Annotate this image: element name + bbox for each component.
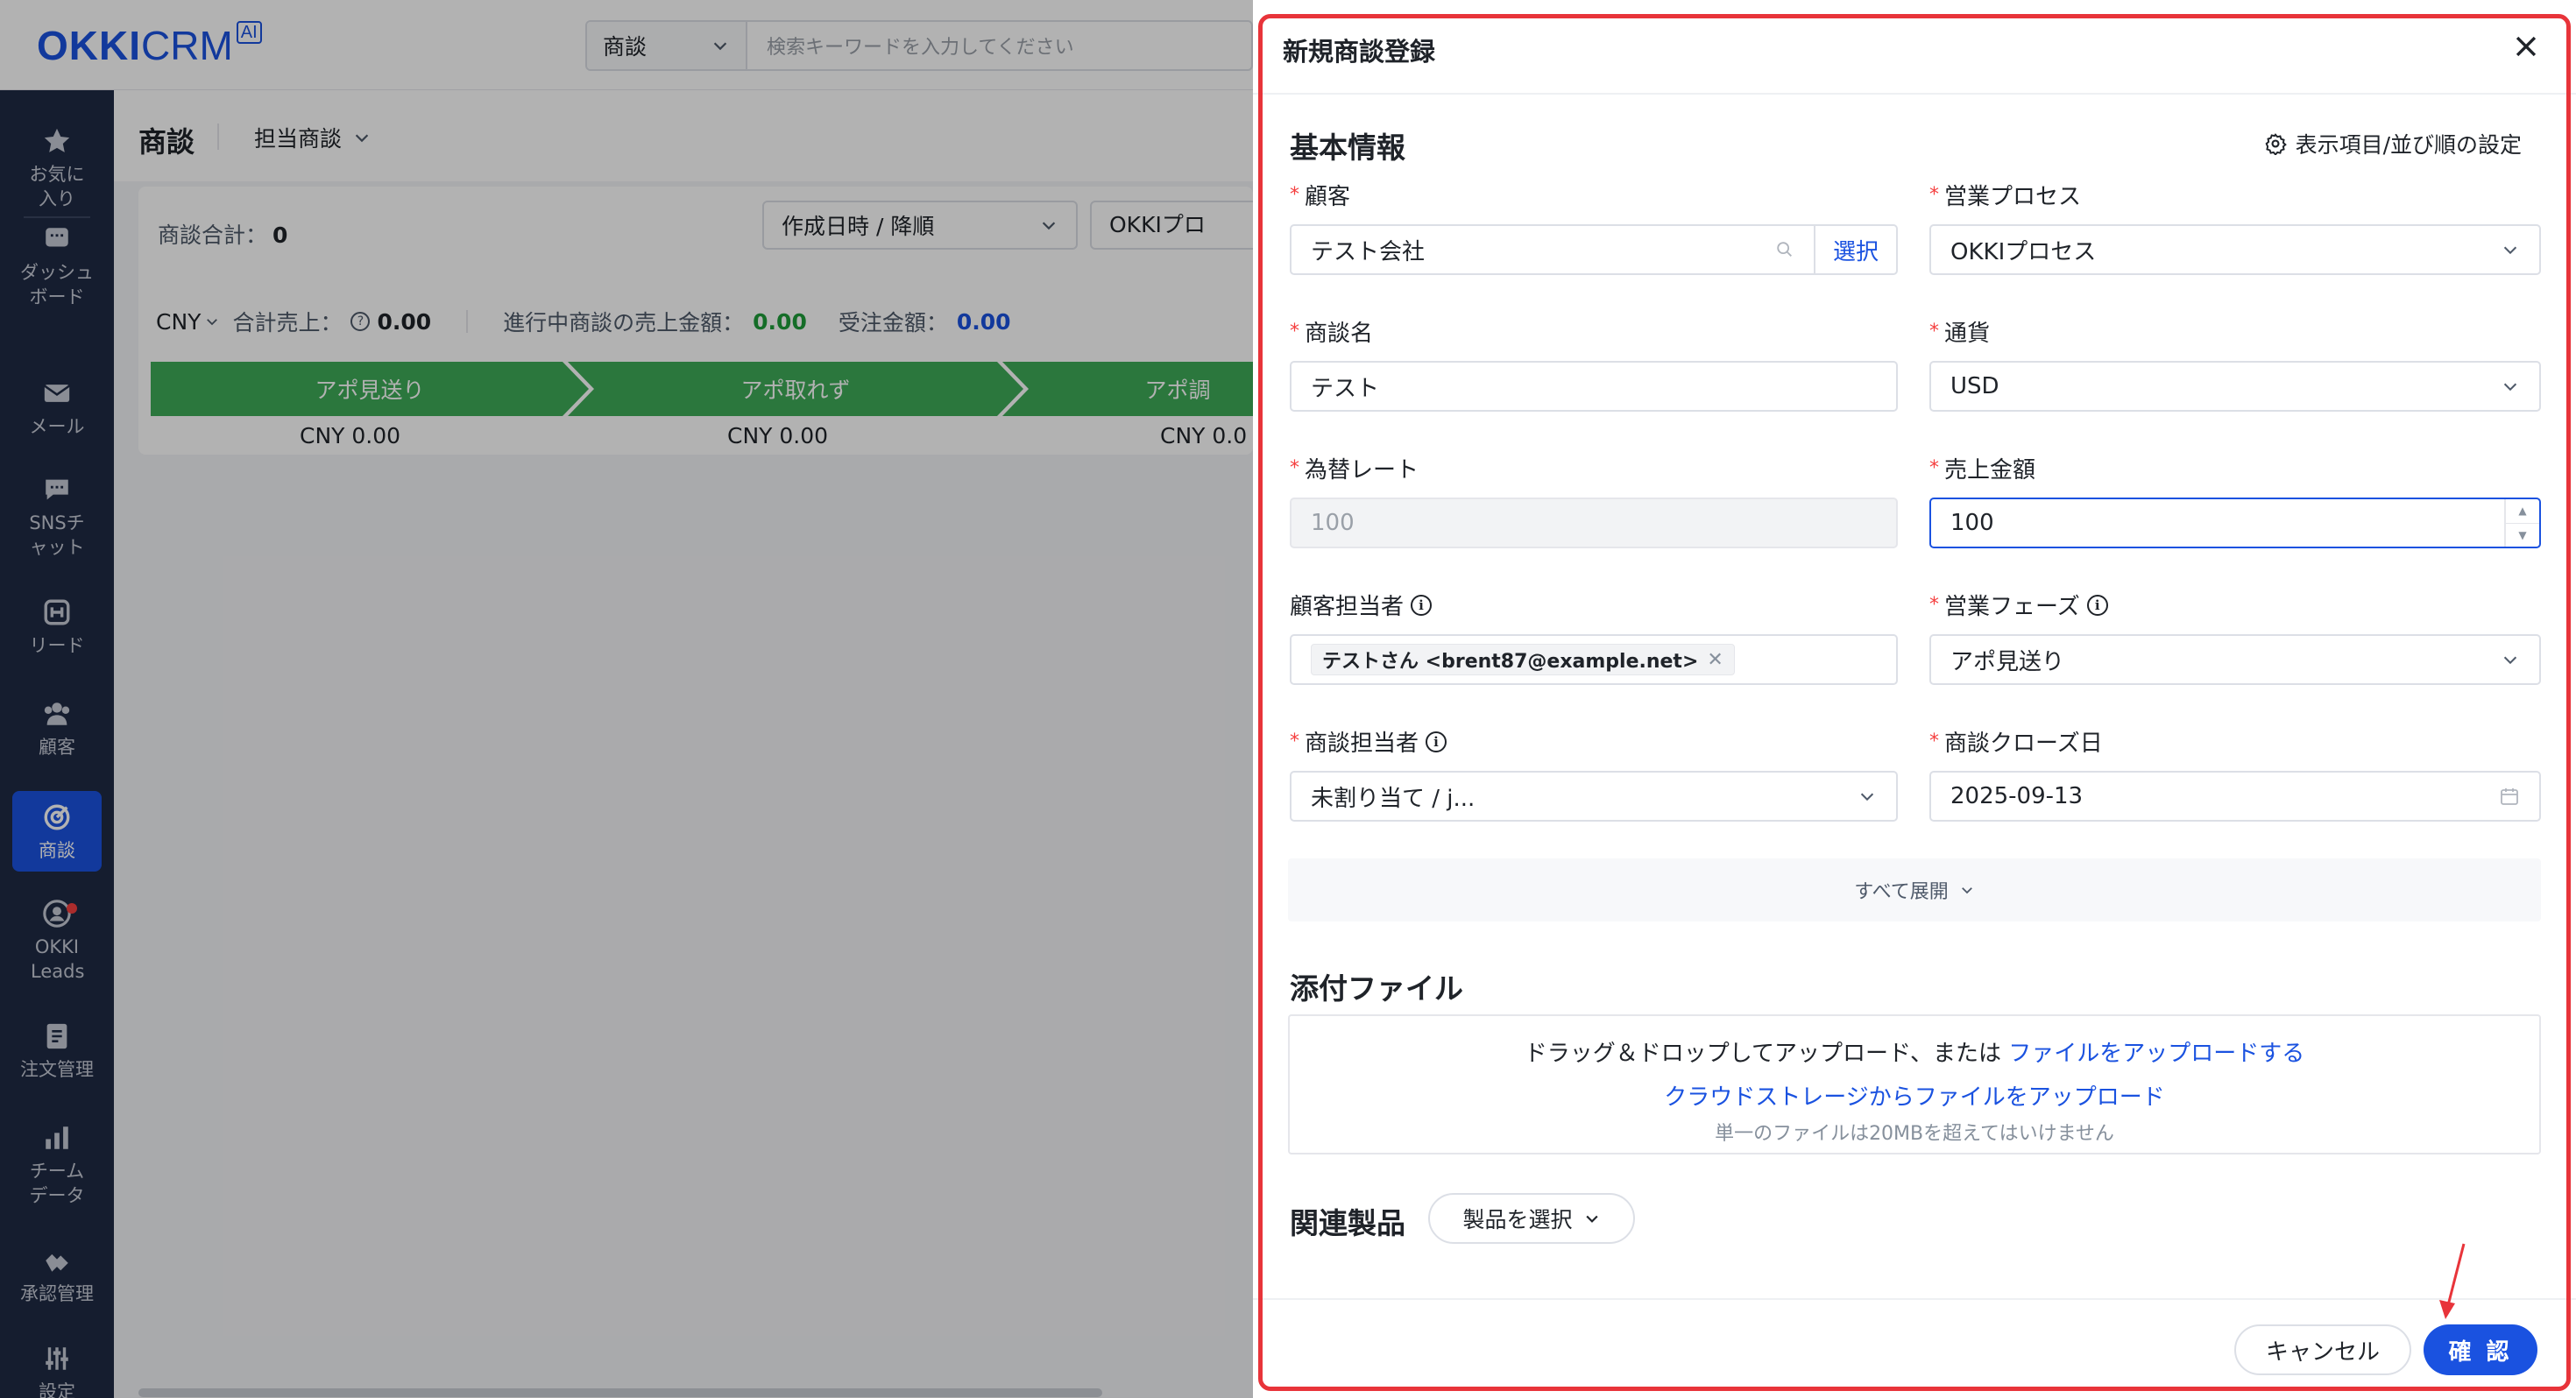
contact-label-text: 顧客担当者 — [1290, 594, 1405, 620]
process-value: OKKIプロセス — [1950, 238, 2097, 265]
close-date-label-text: 商談クローズ日 — [1944, 731, 2103, 757]
phase-value: アポ見送り — [1950, 648, 2065, 675]
search-icon — [1777, 242, 1792, 257]
process-label-text: 営業プロセス — [1944, 184, 2082, 210]
deal-name-input[interactable]: テスト — [1290, 361, 1898, 412]
drawer-header: 新規商談登録 — [1253, 0, 2576, 95]
info-icon[interactable]: i — [1411, 594, 1433, 616]
sales-amount-input[interactable]: 100 ▲ ▼ — [1929, 498, 2541, 548]
required-mark: * — [1929, 184, 1939, 206]
owner-select[interactable]: 未割り当て / j... — [1290, 771, 1898, 822]
expand-all-label: すべて展開 — [1854, 881, 1949, 903]
chevron-down-icon — [2503, 383, 2517, 392]
process-select[interactable]: OKKIプロセス — [1929, 224, 2541, 275]
chevron-down-icon — [1860, 793, 1874, 801]
upload-instruction: ドラッグ＆ドロップしてアップロード、または ファイルをアップロードする — [1290, 1035, 2539, 1068]
select-product-label: 製品を選択 — [1462, 1207, 1573, 1232]
cloud-upload-link[interactable]: クラウドストレージからファイルをアップロード — [1290, 1079, 2539, 1112]
stepper-down-button[interactable]: ▼ — [2506, 524, 2539, 547]
basic-info-title: 基本情報 — [1290, 131, 1405, 165]
currency-label: * 通貨 — [1929, 315, 1990, 348]
number-stepper: ▲ ▼ — [2504, 499, 2539, 547]
owner-label-text: 商談担当者 — [1305, 731, 1419, 757]
currency-label-text: 通貨 — [1944, 321, 1991, 347]
exchange-rate-label: * 為替レート — [1290, 452, 1419, 484]
customer-select-button[interactable]: 選択 — [1814, 226, 1896, 273]
close-date-label: * 商談クローズ日 — [1929, 725, 2103, 758]
sales-amount-label: * 売上金額 — [1929, 452, 2035, 484]
chevron-down-icon — [2503, 656, 2517, 665]
file-upload-area[interactable]: ドラッグ＆ドロップしてアップロード、または ファイルをアップロードする クラウド… — [1288, 1014, 2541, 1154]
field-settings-link[interactable]: 表示項目/並び順の設定 — [2264, 128, 2522, 159]
cancel-button[interactable]: キャンセル — [2234, 1324, 2411, 1375]
modal-overlay[interactable] — [0, 0, 1253, 1398]
owner-value: 未割り当て / j... — [1311, 785, 1476, 812]
deal-name-value: テスト — [1311, 375, 1380, 402]
related-products-title: 関連製品 — [1290, 1206, 1405, 1240]
expand-all-button[interactable]: すべて展開 — [1288, 858, 2541, 921]
deal-name-label: * 商談名 — [1290, 315, 1373, 348]
drawer-footer-divider — [1253, 1298, 2576, 1300]
info-icon[interactable]: i — [1426, 731, 1447, 752]
confirm-button[interactable]: 確 認 — [2424, 1324, 2537, 1375]
phase-label: * 営業フェーズ i — [1929, 589, 2108, 621]
sales-amount-label-text: 売上金額 — [1944, 457, 2036, 484]
process-label: * 営業プロセス — [1929, 179, 2081, 211]
required-mark: * — [1290, 731, 1299, 752]
info-icon[interactable]: i — [2086, 594, 2108, 616]
phase-select[interactable]: アポ見送り — [1929, 634, 2541, 685]
owner-label: * 商談担当者 i — [1290, 725, 1447, 758]
select-product-button[interactable]: 製品を選択 — [1428, 1193, 1635, 1244]
close-date-value: 2025-09-13 — [1950, 783, 2084, 809]
contact-tag: テストさん <brent87@example.net> ✕ — [1311, 644, 1735, 675]
upload-text: ドラッグ＆ドロップしてアップロード、または — [1524, 1041, 2001, 1067]
upload-file-link[interactable]: ファイルをアップロードする — [2008, 1041, 2304, 1067]
required-mark: * — [1929, 731, 1939, 752]
required-mark: * — [1290, 321, 1299, 342]
sales-amount-value: 100 — [1950, 510, 1994, 536]
file-size-note: 単一のファイルは20MBを超えてはいけません — [1715, 1123, 2114, 1145]
gear-icon — [2265, 133, 2287, 155]
close-date-picker[interactable]: 2025-09-13 — [1929, 771, 2541, 822]
required-mark: * — [1290, 184, 1299, 206]
contact-tag-text: テストさん <brent87@example.net> — [1322, 651, 1699, 673]
contact-select[interactable]: テストさん <brent87@example.net> ✕ — [1290, 634, 1898, 685]
attachment-title: 添付ファイル — [1290, 971, 1463, 1006]
chevron-down-icon — [1961, 887, 1972, 894]
customer-label: * 顧客 — [1290, 179, 1350, 211]
chevron-down-icon — [1585, 1215, 1598, 1223]
customer-value: テスト会社 — [1311, 238, 1426, 265]
new-deal-drawer: 新規商談登録 基本情報 表示項目/並び順の設定 * 顧客 テスト会社 選択 * 営業… — [1253, 0, 2576, 1398]
customer-field[interactable]: テスト会社 選択 — [1290, 224, 1898, 275]
close-icon[interactable] — [2511, 32, 2541, 61]
calendar-icon — [2501, 788, 2518, 805]
customer-label-text: 顧客 — [1305, 184, 1351, 210]
required-mark: * — [1290, 457, 1299, 479]
currency-value: USD — [1950, 373, 1999, 399]
deal-name-label-text: 商談名 — [1305, 321, 1374, 347]
pointer-arrow-annotation — [2439, 1243, 2466, 1319]
contact-label: 顧客担当者 i — [1290, 589, 1433, 621]
chevron-down-icon — [2503, 246, 2517, 255]
field-settings-label: 表示項目/並び順の設定 — [2295, 132, 2522, 158]
drawer-title: 新規商談登録 — [1283, 37, 1436, 67]
stepper-up-button[interactable]: ▲ — [2506, 499, 2539, 524]
currency-select[interactable]: USD — [1929, 361, 2541, 412]
exchange-rate-label-text: 為替レート — [1305, 457, 1419, 484]
phase-label-text: 営業フェーズ — [1944, 594, 2080, 620]
exchange-rate-input: 100 — [1290, 498, 1898, 548]
tag-remove-icon[interactable]: ✕ — [1707, 649, 1723, 671]
required-mark: * — [1929, 594, 1939, 616]
exchange-rate-value: 100 — [1311, 510, 1355, 536]
required-mark: * — [1929, 321, 1939, 342]
required-mark: * — [1929, 457, 1939, 479]
